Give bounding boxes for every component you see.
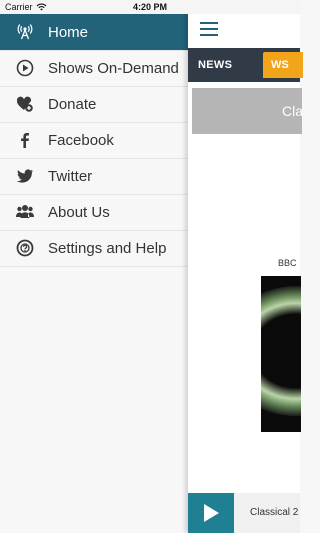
tab-label: WS	[271, 59, 289, 71]
drawer-item-facebook[interactable]: Facebook	[0, 122, 188, 159]
banner-text: Cla	[282, 103, 304, 119]
drawer-item-label: Shows On-Demand	[48, 59, 179, 77]
drawer-item-label: Twitter	[48, 167, 93, 185]
nav-drawer: Home Shows On-Demand Donate Facebook Twi…	[0, 0, 188, 533]
drawer-item-twitter[interactable]: Twitter	[0, 158, 188, 195]
drawer-item-label: Facebook	[48, 131, 114, 149]
facebook-icon	[14, 129, 36, 151]
album-art-ring	[261, 286, 301, 416]
play-icon	[204, 504, 219, 522]
drawer-item-label: Settings and Help	[48, 239, 167, 257]
people-icon	[14, 201, 36, 223]
twitter-icon	[14, 165, 36, 187]
now-playing-text: Classical 2	[250, 507, 299, 518]
hamburger-menu-icon[interactable]	[200, 22, 218, 36]
heart-plus-icon	[14, 93, 36, 115]
drawer-item-label: Home	[48, 23, 89, 41]
station-banner[interactable]: Cla	[192, 88, 304, 134]
help-circle-icon	[14, 237, 36, 259]
tab-label: NEWS	[198, 59, 233, 71]
drawer-item-label: Donate	[48, 95, 97, 113]
album-art	[261, 276, 301, 432]
drawer-item-home[interactable]: Home	[0, 14, 188, 51]
tab-news[interactable]: NEWS	[198, 48, 232, 82]
drawer-item-settings-and-help[interactable]: Settings and Help	[0, 230, 188, 267]
drawer-item-label: About Us	[48, 203, 110, 221]
tab-ws[interactable]: WS	[263, 52, 303, 78]
drawer-item-donate[interactable]: Donate	[0, 86, 188, 123]
radio-tower-icon	[14, 21, 36, 43]
mini-player: Classical 2	[188, 493, 300, 533]
tab-bar: NEWS WS	[188, 48, 303, 82]
main-content: NEWS WS Cla BBC Classical 2	[188, 0, 304, 533]
drawer-item-shows-on-demand[interactable]: Shows On-Demand	[0, 50, 188, 87]
play-button[interactable]	[188, 493, 234, 533]
status-time: 4:20 PM	[132, 2, 167, 12]
play-circle-icon	[14, 57, 36, 79]
status-bar: Carrier 4:20 PM	[0, 0, 300, 14]
drawer-item-about-us[interactable]: About Us	[0, 194, 188, 231]
art-caption: BBC	[278, 258, 297, 268]
